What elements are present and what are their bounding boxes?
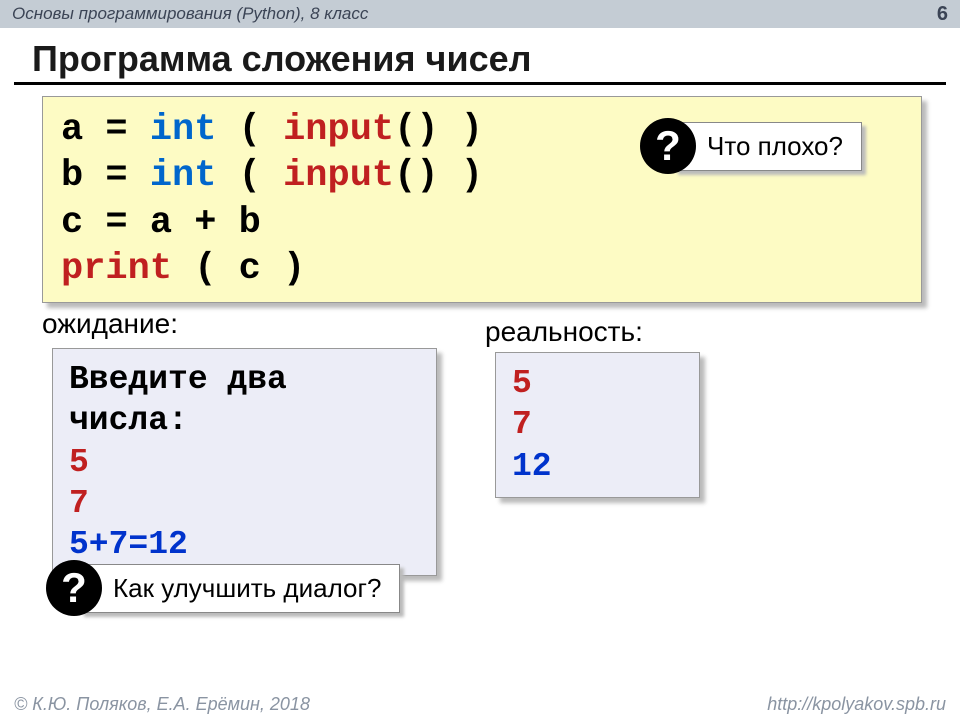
callout-question-2: ? Как улучшить диалог? (46, 560, 400, 616)
course-title: Основы программирования (Python), 8 клас… (12, 4, 368, 24)
question-mark-icon: ? (640, 118, 696, 174)
copyright: © К.Ю. Поляков, Е.А. Ерёмин, 2018 (14, 694, 310, 715)
result-line: 12 (512, 446, 683, 487)
prompt-line: Введите два (69, 359, 420, 400)
title-underline (14, 82, 946, 85)
output-reality: 5 7 12 (495, 352, 700, 498)
header-bar: Основы программирования (Python), 8 клас… (0, 0, 960, 28)
footer: © К.Ю. Поляков, Е.А. Ерёмин, 2018 http:/… (0, 688, 960, 720)
footer-url: http://kpolyakov.spb.ru (767, 694, 946, 715)
input-line: 5 (512, 363, 683, 404)
slide-title: Программа сложения чисел (32, 38, 532, 80)
callout-text: Как улучшить диалог? (80, 564, 400, 613)
callout-question-1: ? Что плохо? (640, 118, 862, 174)
question-mark-icon: ? (46, 560, 102, 616)
prompt-line: числа: (69, 400, 420, 441)
input-line: 7 (512, 404, 683, 445)
label-reality: реальность: (485, 316, 643, 348)
output-expect: Введите два числа: 5 7 5+7=12 (52, 348, 437, 576)
callout-text: Что плохо? (674, 122, 862, 171)
input-line: 7 (69, 483, 420, 524)
page-number: 6 (937, 3, 948, 26)
input-line: 5 (69, 442, 420, 483)
label-expect: ожидание: (42, 308, 178, 340)
